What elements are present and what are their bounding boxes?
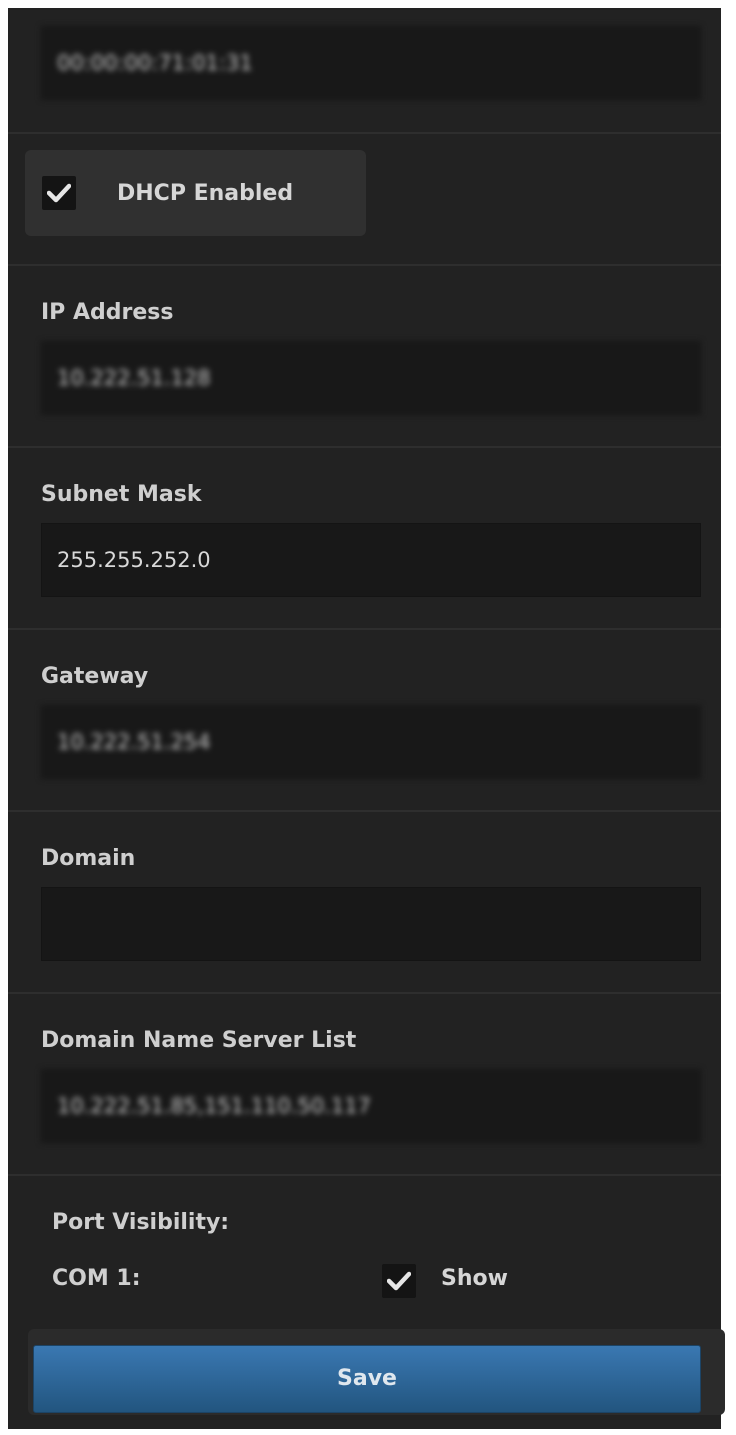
mac-section: 00:00:00:71:01:31: [8, 8, 721, 134]
save-bar: Save: [28, 1329, 725, 1415]
domain-label: Domain: [41, 846, 136, 871]
port-show-label: Show: [441, 1266, 508, 1291]
subnet-mask-field[interactable]: 255.255.252.0: [41, 523, 701, 597]
checkmark-icon: [387, 1271, 411, 1291]
ip-address-label: IP Address: [41, 300, 174, 325]
save-button[interactable]: Save: [33, 1345, 701, 1413]
mac-address-field[interactable]: 00:00:00:71:01:31: [41, 26, 701, 100]
gateway-label: Gateway: [41, 664, 149, 689]
dns-label: Domain Name Server List: [41, 1028, 357, 1053]
gateway-section: Gateway 10.222.51.254: [8, 630, 721, 812]
domain-field[interactable]: [41, 887, 701, 961]
port-visibility-section: Port Visibility: COM 1: Show: [8, 1176, 721, 1322]
domain-section: Domain: [8, 812, 721, 994]
port-visibility-title: Port Visibility:: [52, 1210, 230, 1235]
port-name: COM 1:: [52, 1266, 141, 1291]
dhcp-label: DHCP Enabled: [117, 181, 294, 206]
checkmark-icon: [47, 183, 71, 203]
subnet-mask-label: Subnet Mask: [41, 482, 202, 507]
dns-field[interactable]: 10.222.51.85,151.110.50.117: [41, 1069, 701, 1143]
subnet-mask-section: Subnet Mask 255.255.252.0: [8, 448, 721, 630]
dns-section: Domain Name Server List 10.222.51.85,151…: [8, 994, 721, 1176]
ip-address-field[interactable]: 10.222.51.128: [41, 341, 701, 415]
network-settings-panel: 00:00:00:71:01:31 DHCP Enabled IP Addres…: [8, 8, 721, 1429]
dhcp-toggle[interactable]: DHCP Enabled: [25, 150, 366, 236]
ip-address-section: IP Address 10.222.51.128: [8, 266, 721, 448]
gateway-field[interactable]: 10.222.51.254: [41, 705, 701, 779]
port-show-checkbox[interactable]: [382, 1264, 416, 1298]
dhcp-checkbox[interactable]: [42, 176, 76, 210]
